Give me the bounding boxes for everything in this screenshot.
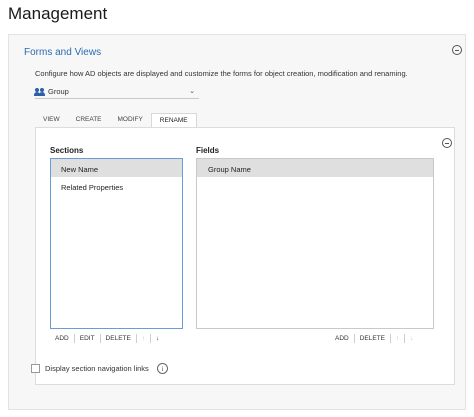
delete-field-button[interactable]: DELETE: [355, 334, 392, 343]
delete-section-button[interactable]: DELETE: [101, 334, 137, 343]
add-section-button[interactable]: ADD: [50, 334, 75, 343]
page-title: Management: [8, 4, 108, 23]
panel-title: Forms and Views: [24, 47, 102, 58]
display-nav-links-checkbox[interactable]: [31, 364, 40, 373]
sections-list: New Name Related Properties: [50, 158, 183, 329]
rename-tab-content: Sections Fields New Name Related Propert…: [35, 127, 455, 385]
move-up-icon[interactable]: ↑: [137, 334, 152, 343]
group-icon: [34, 87, 45, 96]
tab-bar: VIEW CREATE MODIFY RENAME: [35, 113, 197, 127]
panel-description: Configure how AD objects are displayed a…: [35, 69, 408, 78]
object-type-value: Group: [48, 87, 69, 96]
move-down-icon[interactable]: ↓: [405, 334, 418, 343]
list-item[interactable]: New Name: [51, 159, 182, 177]
object-type-select[interactable]: Group ⌄: [34, 85, 199, 99]
fields-list: Group Name: [196, 158, 434, 329]
move-down-icon[interactable]: ↓: [151, 334, 164, 343]
fields-title: Fields: [196, 146, 220, 155]
sections-title: Sections: [50, 146, 84, 155]
display-nav-links-option: Display section navigation links i: [31, 363, 168, 374]
move-up-icon[interactable]: ↑: [391, 334, 406, 343]
forms-and-views-panel: Forms and Views Configure how AD objects…: [8, 34, 466, 410]
sections-toolbar: ADD EDIT DELETE ↑ ↓: [50, 334, 164, 343]
tab-modify[interactable]: MODIFY: [110, 113, 151, 127]
add-field-button[interactable]: ADD: [330, 334, 355, 343]
tab-rename[interactable]: RENAME: [150, 113, 197, 127]
list-item[interactable]: Related Properties: [51, 177, 182, 195]
tab-view[interactable]: VIEW: [35, 113, 68, 127]
edit-section-button[interactable]: EDIT: [75, 334, 101, 343]
chevron-down-icon: ⌄: [189, 88, 195, 95]
list-item[interactable]: Group Name: [197, 159, 433, 177]
fields-toolbar: ADD DELETE ↑ ↓: [330, 334, 419, 343]
display-nav-links-label: Display section navigation links: [45, 364, 149, 373]
info-icon[interactable]: i: [156, 363, 168, 374]
tab-create[interactable]: CREATE: [68, 113, 110, 127]
collapse-icon[interactable]: [442, 138, 452, 148]
collapse-icon[interactable]: [452, 45, 462, 55]
